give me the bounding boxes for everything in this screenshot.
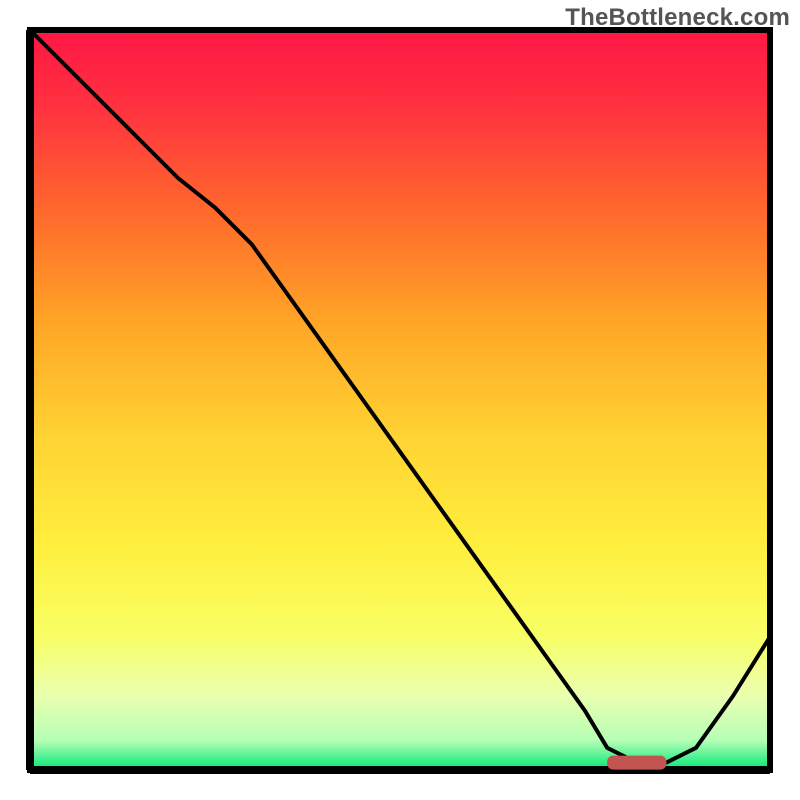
watermark-text: TheBottleneck.com [565,4,790,32]
plot-area [30,30,770,770]
bottleneck-chart: TheBottleneck.com [0,0,800,800]
optimal-marker [607,756,666,770]
chart-svg [0,0,800,800]
